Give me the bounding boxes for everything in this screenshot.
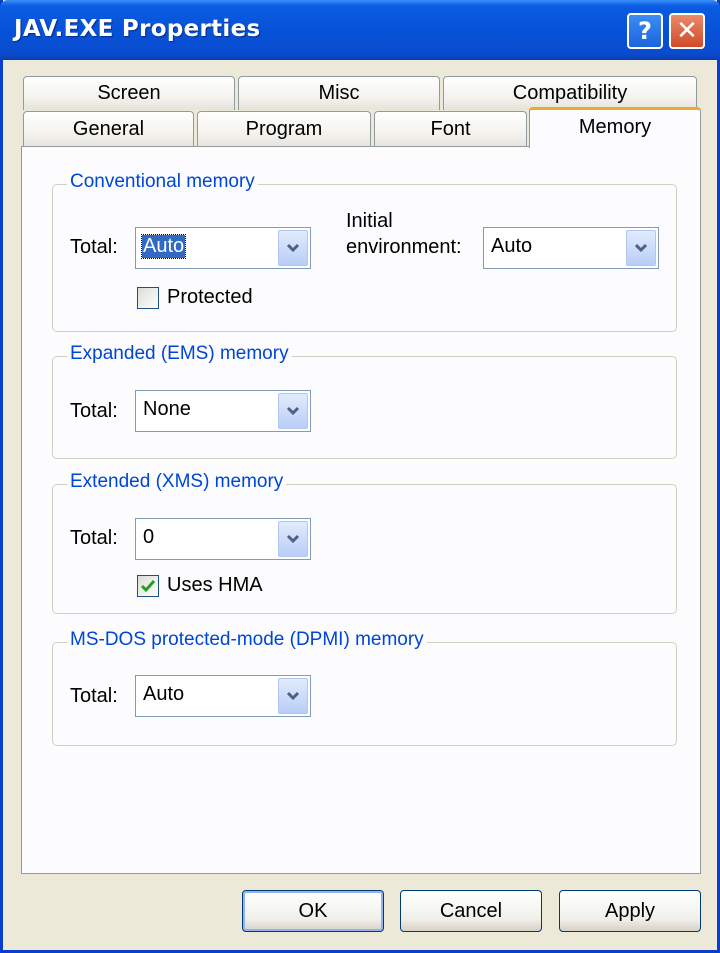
tab-memory[interactable]: Memory: [529, 107, 701, 148]
protected-label[interactable]: Protected: [167, 286, 253, 309]
selected-value: Auto: [140, 234, 187, 259]
properties-window: JAV.EXE Properties ? ✕ Screen Misc Compa…: [0, 0, 720, 953]
chevron-down-icon[interactable]: [278, 230, 308, 266]
uses-hma-label[interactable]: Uses HMA: [167, 574, 263, 597]
ems-total-select[interactable]: None: [135, 390, 311, 432]
protected-checkbox[interactable]: [137, 287, 159, 309]
xms-total-select[interactable]: 0: [135, 518, 311, 560]
initial-environment-select[interactable]: Auto: [483, 227, 659, 269]
group-title: MS-DOS protected-mode (DPMI) memory: [67, 629, 427, 651]
tab-misc[interactable]: Misc: [238, 76, 440, 110]
chevron-down-icon[interactable]: [278, 521, 308, 557]
ok-button[interactable]: OK: [242, 890, 384, 932]
title-bar[interactable]: JAV.EXE Properties ? ✕: [0, 0, 720, 60]
checkmark-icon: [140, 580, 156, 593]
tab-program[interactable]: Program: [197, 111, 371, 147]
group-title: Conventional memory: [67, 171, 258, 193]
total-label: Total:: [70, 400, 118, 422]
cancel-button[interactable]: Cancel: [400, 890, 542, 932]
selected-value: None: [143, 398, 191, 420]
total-label: Total:: [70, 685, 118, 707]
dpmi-memory-group: MS-DOS protected-mode (DPMI) memory Tota…: [52, 629, 677, 746]
group-title: Expanded (EMS) memory: [67, 343, 292, 365]
ems-memory-group: Expanded (EMS) memory Total: None: [52, 343, 677, 459]
selected-value: Auto: [491, 235, 533, 257]
xms-memory-group: Extended (XMS) memory Total: 0 Uses HMA: [52, 471, 677, 614]
chevron-down-icon[interactable]: [626, 230, 656, 266]
window-title: JAV.EXE Properties: [14, 16, 261, 42]
initial-env-label-line1: Initial: [346, 210, 393, 232]
initial-env-label-line2: environment:: [346, 236, 462, 258]
tab-font[interactable]: Font: [374, 111, 527, 147]
selected-value: 0: [143, 526, 155, 548]
memory-panel: Conventional memory Total: Auto Initial …: [21, 146, 701, 874]
apply-button[interactable]: Apply: [559, 890, 701, 932]
help-button[interactable]: ?: [627, 13, 663, 49]
group-title: Extended (XMS) memory: [67, 471, 287, 493]
close-icon: ✕: [676, 16, 698, 46]
selected-value: Auto: [143, 683, 185, 705]
tab-compatibility[interactable]: Compatibility: [443, 76, 697, 110]
conventional-total-select[interactable]: Auto: [135, 227, 311, 269]
chevron-down-icon[interactable]: [278, 393, 308, 429]
total-label: Total:: [70, 527, 118, 549]
close-button[interactable]: ✕: [669, 13, 705, 49]
chevron-down-icon[interactable]: [278, 678, 308, 714]
help-icon: ?: [638, 17, 652, 45]
dpmi-total-select[interactable]: Auto: [135, 675, 311, 717]
conventional-memory-group: Conventional memory Total: Auto Initial …: [52, 171, 677, 332]
total-label: Total:: [70, 236, 118, 258]
uses-hma-checkbox[interactable]: [137, 575, 159, 597]
tab-screen[interactable]: Screen: [23, 76, 235, 110]
tab-general[interactable]: General: [23, 111, 194, 147]
